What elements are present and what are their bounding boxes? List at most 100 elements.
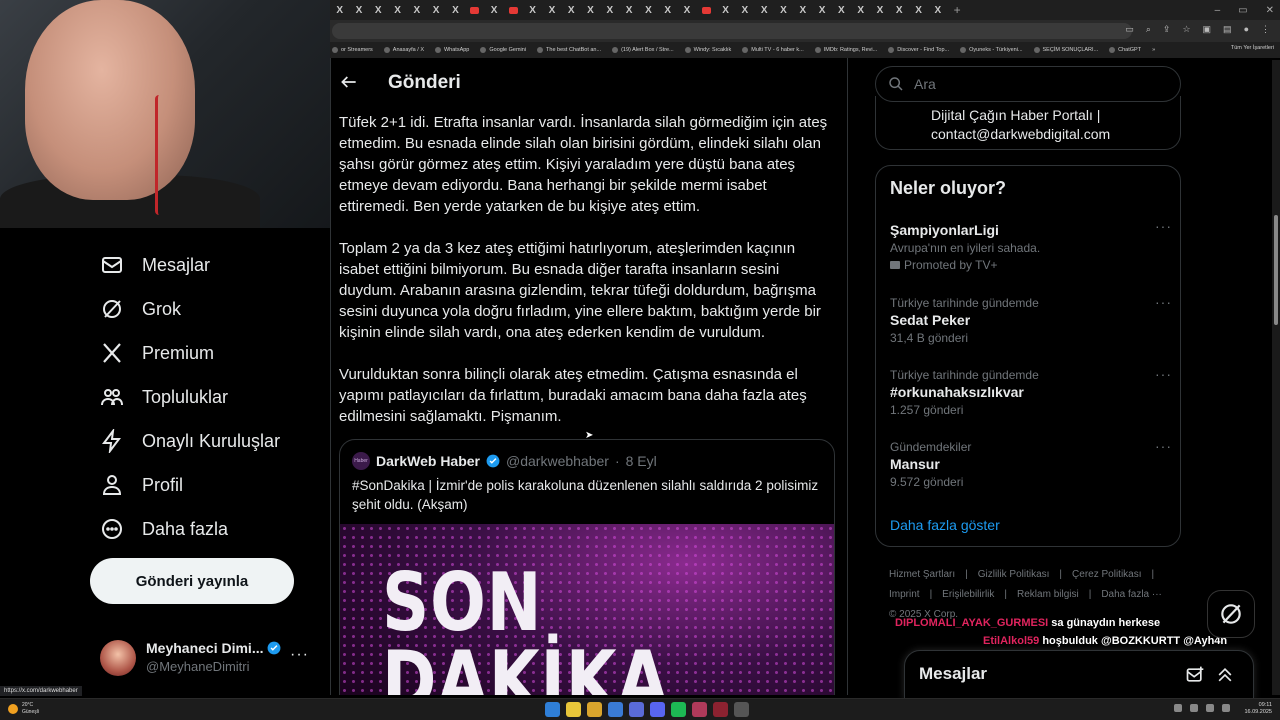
browser-tab[interactable]: X xyxy=(909,0,928,20)
app-icon[interactable] xyxy=(692,702,707,717)
messages-drawer[interactable]: Mesajlar xyxy=(904,650,1254,700)
footer-link[interactable]: Gizlilik Politikası xyxy=(978,569,1050,580)
footer-link[interactable]: Çerez Politikası xyxy=(1072,569,1141,580)
browser-tab[interactable]: X xyxy=(600,0,619,20)
menu-icon[interactable]: ⋮ xyxy=(1261,24,1270,35)
avatar[interactable]: Haber xyxy=(352,452,370,470)
show-more-link[interactable]: Daha fazla göster xyxy=(890,517,1000,533)
quoted-author-handle[interactable]: @darkwebhaber xyxy=(506,453,609,469)
footer-link[interactable]: Hizmet Şartları xyxy=(889,569,955,580)
nav-item-grok[interactable]: Grok xyxy=(100,294,181,324)
browser-tab[interactable] xyxy=(465,0,484,20)
browser-tab[interactable]: X xyxy=(542,0,561,20)
browser-tab[interactable]: X xyxy=(774,0,793,20)
bookmark-item[interactable]: The best ChatBot an... xyxy=(537,47,601,53)
profile-icon[interactable]: ● xyxy=(1244,24,1249,35)
start-icon[interactable] xyxy=(545,702,560,717)
browser-tab[interactable]: X xyxy=(330,0,349,20)
footer-link[interactable]: Erişilebilirlik xyxy=(942,589,994,600)
all-bookmarks-link[interactable]: Tüm Yer İşaretleri xyxy=(1231,45,1274,51)
bookmark-item[interactable]: WhatsApp xyxy=(434,47,469,53)
bookmark-item[interactable]: Oyuneks - Türkiyeni... xyxy=(960,47,1023,53)
nav-item-premium[interactable]: Premium xyxy=(100,338,214,368)
browser-tab[interactable]: X xyxy=(639,0,658,20)
footer-link[interactable]: Imprint xyxy=(889,589,920,600)
nav-item-verified-orgs[interactable]: Onaylı Kuruluşlar xyxy=(100,426,280,456)
quoted-post-image[interactable]: SON DAKİKA xyxy=(340,524,834,695)
browser-tab[interactable]: X xyxy=(716,0,735,20)
browser-tab[interactable]: X xyxy=(484,0,503,20)
search-input[interactable]: Ara xyxy=(875,66,1181,102)
browser-tab[interactable]: X xyxy=(755,0,774,20)
nav-item-messages[interactable]: Mesajlar xyxy=(100,250,210,280)
browser-tab[interactable]: X xyxy=(619,0,638,20)
spotify-icon[interactable] xyxy=(671,702,686,717)
system-tray[interactable] xyxy=(1174,704,1230,712)
post-button[interactable]: Gönderi yayınla xyxy=(90,558,294,604)
bookmark-item[interactable]: SEÇİM SONUÇLARI... xyxy=(1033,47,1098,53)
toolbar-icons[interactable]: ▭ ⌕ ⇪ ☆ ▣ ▤ ● ⋮ xyxy=(1125,24,1270,35)
back-arrow-icon[interactable] xyxy=(339,72,361,94)
sidebar-icon[interactable]: ▤ xyxy=(1223,24,1232,35)
browser-tab[interactable]: X xyxy=(928,0,947,20)
browser-tab[interactable]: X xyxy=(349,0,368,20)
app-icon[interactable] xyxy=(608,702,623,717)
address-bar[interactable] xyxy=(332,23,1132,39)
more-options-icon[interactable]: ··· xyxy=(1155,438,1172,454)
browser-tab[interactable]: X xyxy=(581,0,600,20)
nav-item-profile[interactable]: Profil xyxy=(100,470,183,500)
bookmark-item[interactable]: IMDb: Ratings, Revi... xyxy=(814,47,877,53)
browser-tab[interactable]: X xyxy=(562,0,581,20)
browser-tab[interactable]: X xyxy=(890,0,909,20)
more-options-icon[interactable]: ··· xyxy=(1155,218,1172,234)
trend-item[interactable]: Gündemdekiler Mansur 9.572 gönderi ··· xyxy=(890,438,1172,489)
account-switcher[interactable]: Meyhaneci Dimi... @MeyhaneDimitri ··· xyxy=(100,636,310,680)
browser-tab[interactable] xyxy=(504,0,523,20)
quoted-author-name[interactable]: DarkWeb Haber xyxy=(376,453,480,469)
new-tab-button[interactable]: + xyxy=(948,0,967,20)
page-scrollbar[interactable] xyxy=(1272,60,1280,695)
zoom-icon[interactable]: ⌕ xyxy=(1146,24,1151,35)
nav-item-more[interactable]: Daha fazla xyxy=(100,514,228,544)
discord-icon[interactable] xyxy=(650,702,665,717)
maximize-button[interactable]: ▭ xyxy=(1238,5,1247,16)
bookmark-item[interactable]: Discover - Find Top... xyxy=(888,47,949,53)
share-icon[interactable]: ⇪ xyxy=(1163,24,1171,35)
bookmark-item[interactable]: Anasayfa / X xyxy=(383,47,424,53)
browser-tab[interactable]: X xyxy=(523,0,542,20)
quoted-post[interactable]: Haber DarkWeb Haber @darkwebhaber · 8 Ey… xyxy=(339,439,835,695)
bookmark-item[interactable]: Windy: Sıcaklık xyxy=(684,47,731,53)
quoted-post-date[interactable]: 8 Eyl xyxy=(626,453,657,469)
scrollbar-thumb[interactable] xyxy=(1274,215,1278,325)
more-options-icon[interactable]: ··· xyxy=(1155,294,1172,310)
steam-icon[interactable] xyxy=(629,702,644,717)
browser-tab[interactable]: X xyxy=(658,0,677,20)
footer-link[interactable]: Daha fazla ··· xyxy=(1101,589,1162,600)
grok-button[interactable] xyxy=(1207,590,1255,638)
browser-tab[interactable]: X xyxy=(446,0,465,20)
minimize-button[interactable]: – xyxy=(1215,5,1221,16)
window-controls[interactable]: – ▭ ✕ xyxy=(1215,0,1274,20)
browser-tab[interactable]: X xyxy=(832,0,851,20)
folder-icon[interactable] xyxy=(587,702,602,717)
account-more-icon[interactable]: ··· xyxy=(290,646,309,664)
browser-tab[interactable]: X xyxy=(735,0,754,20)
browser-tab[interactable]: X xyxy=(870,0,889,20)
cast-icon[interactable]: ▭ xyxy=(1125,24,1134,35)
expand-chevron-icon[interactable] xyxy=(1215,665,1235,685)
chrome-icon[interactable] xyxy=(566,702,581,717)
browser-tab[interactable]: X xyxy=(677,0,696,20)
new-message-icon[interactable] xyxy=(1185,665,1205,685)
app-icon[interactable] xyxy=(713,702,728,717)
weather-widget[interactable]: 20°C Güneşli xyxy=(8,702,39,716)
browser-tab[interactable]: X xyxy=(407,0,426,20)
bookmark-item[interactable]: ChatGPT xyxy=(1109,47,1141,53)
app-icon[interactable] xyxy=(734,702,749,717)
footer-link[interactable]: Reklam bilgisi xyxy=(1017,589,1079,600)
bookmark-star-icon[interactable]: ☆ xyxy=(1182,24,1190,35)
nav-item-communities[interactable]: Topluluklar xyxy=(100,382,228,412)
bookmark-item[interactable]: or Streamers xyxy=(332,47,373,53)
bookmark-item[interactable]: Google Gemini xyxy=(480,47,526,53)
trend-item[interactable]: ŞampiyonlarLigi Avrupa'nın en iyileri sa… xyxy=(890,218,1172,272)
trend-item[interactable]: Türkiye tarihinde gündemde Sedat Peker 3… xyxy=(890,294,1172,345)
